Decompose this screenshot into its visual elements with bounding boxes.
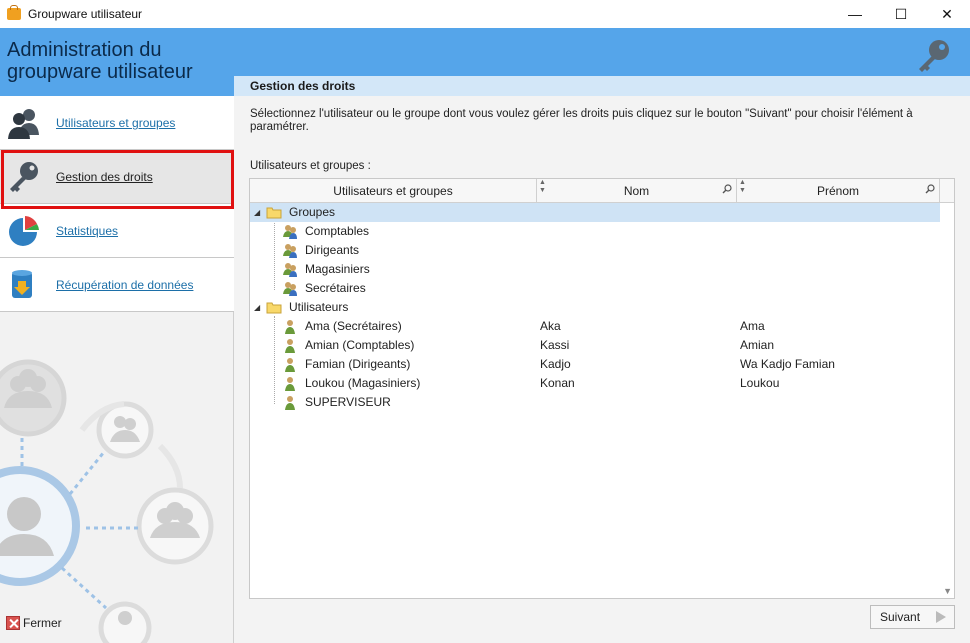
user-name: Ama (Secrétaires) xyxy=(305,319,402,333)
user-nom: Aka xyxy=(540,319,561,333)
sort-icon[interactable]: ▲ ▼ xyxy=(739,179,746,195)
user-prenom: Loukou xyxy=(740,376,780,390)
column-label: Prénom xyxy=(816,184,860,198)
app-title: Administration du groupware utilisateur xyxy=(7,39,193,83)
group-name: Secrétaires xyxy=(305,281,366,295)
column-header-users-groups[interactable]: Utilisateurs et groupes xyxy=(250,179,537,203)
folder-icon xyxy=(266,302,282,314)
user-name: Famian (Dirigeants) xyxy=(305,357,411,371)
search-icon[interactable] xyxy=(722,184,732,194)
grid-label: Utilisateurs et groupes : xyxy=(250,160,371,172)
user-nom: Konan xyxy=(540,376,575,390)
maximize-button[interactable]: ☐ xyxy=(878,0,924,28)
sidebar-item-label: Gestion des droits xyxy=(56,170,153,184)
tree-row-user[interactable]: Ama (Secrétaires) Aka Ama xyxy=(250,317,940,336)
tree-row-user[interactable]: Famian (Dirigeants) Kadjo Wa Kadjo Famia… xyxy=(250,355,940,374)
tree-node-users[interactable]: ◢ Utilisateurs xyxy=(250,298,940,317)
user-nom: Kassi xyxy=(540,338,570,352)
sort-icon[interactable]: ▲ ▼ xyxy=(539,179,546,195)
user-name: SUPERVISEUR xyxy=(305,395,391,409)
close-icon xyxy=(6,616,20,630)
group-name: Dirigeants xyxy=(305,243,360,257)
main-panel: Gestion des droits Sélectionnez l'utilis… xyxy=(234,76,970,643)
tree-row-user[interactable]: Loukou (Magasiniers) Konan Loukou xyxy=(250,374,940,393)
user-nom: Kadjo xyxy=(540,357,571,371)
group-icon xyxy=(283,263,297,277)
sidebar-item-data-recovery[interactable]: Récupération de données xyxy=(0,258,234,312)
tree-row-user[interactable]: Amian (Comptables) Kassi Amian xyxy=(250,336,940,355)
folder-icon xyxy=(266,207,282,219)
user-icon xyxy=(285,339,295,353)
collapse-toggle-icon[interactable]: ◢ xyxy=(254,203,260,222)
user-prenom: Wa Kadjo Famian xyxy=(740,357,835,371)
key-icon xyxy=(919,40,949,72)
instructions-text: Sélectionnez l'utilisateur ou le groupe … xyxy=(250,108,913,133)
database-download-icon xyxy=(12,270,32,298)
tree-node-label: Groupes xyxy=(289,205,336,219)
search-icon[interactable] xyxy=(925,184,935,194)
window-title: Groupware utilisateur xyxy=(28,7,143,21)
column-label: Nom xyxy=(623,184,650,198)
minimize-button[interactable]: — xyxy=(832,0,878,28)
tree-node-label: Utilisateurs xyxy=(289,300,349,314)
sidebar-item-label: Statistiques xyxy=(56,224,119,238)
users-icon xyxy=(8,109,39,139)
sidebar-item-users[interactable]: Utilisateurs et groupes xyxy=(0,96,234,150)
close-app-label: Fermer xyxy=(23,616,62,630)
user-prenom: Ama xyxy=(740,319,765,333)
tree-node-groups[interactable]: ◢ Groupes xyxy=(250,203,940,222)
tree-row-group[interactable]: Comptables xyxy=(250,222,940,241)
user-icon xyxy=(285,396,295,410)
sidebar: Utilisateurs et groupes Gestion des droi… xyxy=(0,96,234,643)
sidebar-item-label: Utilisateurs et groupes xyxy=(56,116,176,130)
section-title: Gestion des droits xyxy=(234,76,970,96)
user-icon xyxy=(285,377,295,391)
arrow-right-icon xyxy=(936,611,946,623)
tree-row-group[interactable]: Dirigeants xyxy=(250,241,940,260)
network-illustration xyxy=(0,359,214,643)
user-prenom: Amian xyxy=(740,338,775,352)
title-bar: Groupware utilisateur — ☐ ✕ xyxy=(0,0,970,28)
column-header-nom[interactable]: ▲ ▼ Nom xyxy=(537,179,737,203)
grid-header: Utilisateurs et groupes ▲ ▼ Nom ▲ ▼ Prénom xyxy=(250,179,954,203)
group-icon xyxy=(283,225,297,239)
next-button[interactable]: Suivant xyxy=(870,605,955,629)
tree-row-group[interactable]: Secrétaires xyxy=(250,279,940,298)
tree-row-user[interactable]: SUPERVISEUR xyxy=(250,393,940,412)
collapse-toggle-icon[interactable]: ◢ xyxy=(254,298,260,317)
next-button-label: Suivant xyxy=(880,610,921,624)
sidebar-item-rights[interactable]: Gestion des droits xyxy=(0,150,234,204)
user-icon xyxy=(285,358,295,372)
user-name: Amian (Comptables) xyxy=(305,338,415,352)
tree-row-group[interactable]: Magasiniers xyxy=(250,260,940,279)
scroll-down-icon[interactable]: ▼ xyxy=(943,586,952,596)
group-icon xyxy=(283,244,297,258)
sidebar-item-label: Récupération de données xyxy=(56,278,194,292)
key-icon xyxy=(10,162,38,192)
pie-chart-icon xyxy=(9,216,39,246)
sidebar-item-statistics[interactable]: Statistiques xyxy=(0,204,234,258)
close-button[interactable]: ✕ xyxy=(924,0,970,28)
user-name: Loukou (Magasiniers) xyxy=(305,376,421,390)
users-groups-grid[interactable]: Utilisateurs et groupes ▲ ▼ Nom ▲ ▼ Prénom… xyxy=(249,178,955,599)
briefcase-icon xyxy=(7,5,21,20)
user-icon xyxy=(285,320,295,334)
group-name: Comptables xyxy=(305,224,370,238)
close-app-button[interactable]: Fermer xyxy=(6,616,62,630)
group-name: Magasiniers xyxy=(305,262,370,276)
group-icon xyxy=(283,282,297,296)
column-header-prenom[interactable]: ▲ ▼ Prénom xyxy=(737,179,940,203)
column-label: Utilisateurs et groupes xyxy=(333,184,453,198)
